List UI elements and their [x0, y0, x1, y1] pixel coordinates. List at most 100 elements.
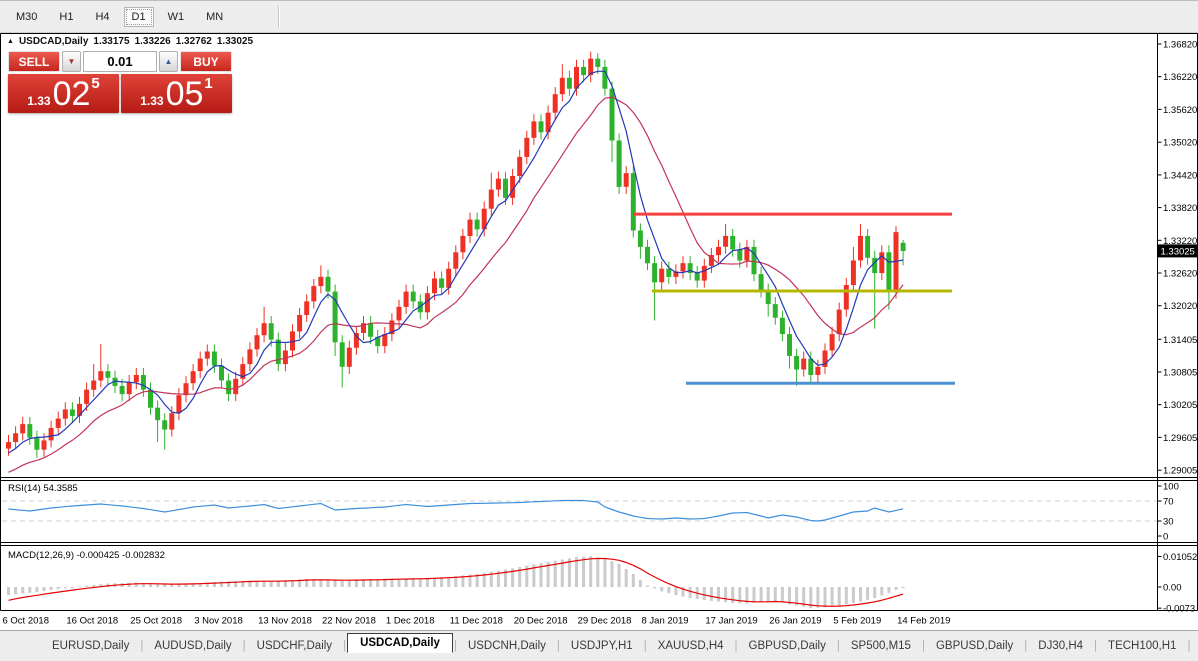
tab-separator: |: [140, 640, 143, 652]
svg-text:20 Dec 2018: 20 Dec 2018: [514, 616, 568, 627]
svg-text:13 Nov 2018: 13 Nov 2018: [258, 616, 312, 627]
svg-text:1.32620: 1.32620: [1163, 269, 1197, 280]
tab-usdcnh-daily[interactable]: USDCNH,Daily: [458, 638, 556, 654]
macd-panel: MACD(12,26,9) -0.000425 -0.002832: [7, 550, 905, 608]
timeframe-button-h4[interactable]: H4: [87, 7, 117, 27]
timeframe-button-d1[interactable]: D1: [124, 7, 154, 27]
svg-text:1.30805: 1.30805: [1163, 368, 1197, 379]
chart-symbol-label: USDCAD,Daily: [19, 36, 88, 47]
ohlc-low: 1.32762: [176, 36, 212, 47]
tab-separator: |: [837, 640, 840, 652]
svg-text:25 Oct 2018: 25 Oct 2018: [130, 616, 182, 627]
chevron-down-icon: ▼: [68, 57, 76, 66]
tab-separator: |: [644, 640, 647, 652]
timeframe-toolbar: M30 H1 H4 D1 W1MN: [0, 0, 1198, 33]
volume-increase-button[interactable]: ▲: [159, 51, 178, 72]
svg-text:5 Feb 2019: 5 Feb 2019: [833, 616, 881, 627]
sell-price-big: 02: [53, 80, 91, 109]
tab-separator: |: [557, 640, 560, 652]
svg-text:6 Oct 2018: 6 Oct 2018: [3, 616, 49, 627]
tab-dj30-h4[interactable]: DJ30,H4: [1028, 638, 1093, 654]
panel-borders: [1, 34, 1198, 611]
svg-text:1.34420: 1.34420: [1163, 170, 1197, 181]
svg-text:1.29005: 1.29005: [1163, 466, 1197, 477]
collapse-icon[interactable]: ▲: [7, 37, 14, 47]
svg-text:70: 70: [1163, 497, 1174, 508]
tab-usdcad-daily[interactable]: USDCAD,Daily: [347, 633, 453, 653]
price-axis: 100703000.0105250.00-0.00731.368201.3622…: [1158, 40, 1198, 615]
svg-text:11 Dec 2018: 11 Dec 2018: [450, 616, 503, 627]
tab-audusd-daily[interactable]: AUDUSD,Daily: [144, 638, 241, 654]
sell-price-pips: 5: [91, 75, 99, 92]
ohlc-open: 1.33175: [93, 36, 129, 47]
svg-text:17 Jan 2019: 17 Jan 2019: [705, 616, 757, 627]
timeframe-button-mn[interactable]: MN: [198, 7, 231, 27]
rsi-panel: RSI(14) 54.3585: [2, 483, 1157, 521]
one-click-trading-panel: SELL ▼ ▲ BUY 1.33 02 5 1.33 05: [8, 51, 232, 113]
tab-scroll-nav: | ◂ ▸: [1186, 640, 1198, 652]
tab-separator: |: [735, 640, 738, 652]
svg-text:1.32020: 1.32020: [1163, 301, 1197, 312]
tab-xauusd-h4[interactable]: XAUUSD,H4: [648, 638, 734, 654]
symbol-tabs: EURUSD,Daily|AUDUSD,Daily|USDCHF,Daily|U…: [42, 638, 1186, 654]
tab-nav-separator: |: [1187, 640, 1190, 652]
sell-price-prefix: 1.33: [27, 94, 50, 108]
horizontal-level-lines[interactable]: [633, 214, 955, 383]
chart-header: ▲ USDCAD,Daily 1.33175 1.33226 1.32762 1…: [7, 36, 253, 47]
buy-price-pips: 1: [204, 75, 212, 92]
svg-text:1.35020: 1.35020: [1163, 138, 1197, 149]
volume-input[interactable]: [83, 51, 157, 72]
buy-button[interactable]: BUY: [180, 51, 232, 72]
buy-price-prefix: 1.33: [140, 94, 163, 108]
tab-gbpusd-daily[interactable]: GBPUSD,Daily: [926, 638, 1023, 654]
chevron-up-icon: ▲: [165, 57, 173, 66]
tab-separator: |: [1024, 640, 1027, 652]
tab-separator: |: [243, 640, 246, 652]
svg-text:29 Dec 2018: 29 Dec 2018: [578, 616, 632, 627]
tab-eurusd-daily[interactable]: EURUSD,Daily: [42, 638, 139, 654]
svg-text:MACD(12,26,9) -0.000425 -0.002: MACD(12,26,9) -0.000425 -0.002832: [8, 550, 165, 561]
timeframe-button-w1[interactable]: W1: [160, 7, 193, 27]
tab-separator: |: [1094, 640, 1097, 652]
chart-canvas[interactable]: RSI(14) 54.3585 MACD(12,26,9) -0.000425 -…: [0, 33, 1198, 630]
tab-separator: |: [922, 640, 925, 652]
svg-text:22 Nov 2018: 22 Nov 2018: [322, 616, 376, 627]
svg-text:0.010525: 0.010525: [1163, 552, 1198, 563]
sell-button[interactable]: SELL: [8, 51, 60, 72]
svg-text:1.29605: 1.29605: [1163, 433, 1197, 444]
tab-usdchf-daily[interactable]: USDCHF,Daily: [247, 638, 342, 654]
tab-usdjpy-h1[interactable]: USDJPY,H1: [561, 638, 643, 654]
tab-sp500-m15[interactable]: SP500,M15: [841, 638, 921, 654]
terminal-window: M30 H1 H4 D1 W1MN RSI(14) 54.3585 MACD(12,26,…: [0, 0, 1198, 661]
tab-separator: |: [454, 640, 457, 652]
buy-price-big: 05: [166, 80, 204, 109]
svg-text:-0.0073: -0.0073: [1163, 604, 1195, 615]
svg-text:1 Dec 2018: 1 Dec 2018: [386, 616, 435, 627]
svg-text:0: 0: [1163, 532, 1168, 543]
svg-text:1.30205: 1.30205: [1163, 400, 1197, 411]
ohlc-high: 1.33226: [135, 36, 171, 47]
buy-price-display[interactable]: 1.33 05 1: [121, 74, 232, 113]
svg-text:100: 100: [1163, 482, 1179, 493]
svg-text:1.33025: 1.33025: [1161, 246, 1195, 257]
svg-text:1.31405: 1.31405: [1163, 335, 1197, 346]
timeframe-button-h1[interactable]: H1: [51, 7, 81, 27]
volume-decrease-button[interactable]: ▼: [62, 51, 81, 72]
tab-gbpusd-daily[interactable]: GBPUSD,Daily: [739, 638, 836, 654]
svg-text:8 Jan 2019: 8 Jan 2019: [642, 616, 689, 627]
svg-text:1.36820: 1.36820: [1163, 40, 1197, 51]
timeframe-buttons: M30 H1 H4 D1 W1MN: [5, 7, 234, 27]
sell-price-display[interactable]: 1.33 02 5: [8, 74, 119, 113]
svg-text:30: 30: [1163, 517, 1174, 528]
svg-text:0.00: 0.00: [1163, 583, 1182, 594]
svg-text:1.33820: 1.33820: [1163, 203, 1197, 214]
svg-text:1.35620: 1.35620: [1163, 105, 1197, 116]
date-axis: 6 Oct 201816 Oct 201825 Oct 20183 Nov 20…: [3, 616, 951, 627]
svg-text:3 Nov 2018: 3 Nov 2018: [194, 616, 243, 627]
timeframe-button-m30[interactable]: M30: [8, 7, 45, 27]
svg-text:RSI(14) 54.3585: RSI(14) 54.3585: [8, 483, 78, 494]
tab-tech100-h1[interactable]: TECH100,H1: [1098, 638, 1186, 654]
ohlc-close: 1.33025: [217, 36, 253, 47]
svg-text:14 Feb 2019: 14 Feb 2019: [897, 616, 950, 627]
toolbar-separator: [278, 6, 279, 28]
